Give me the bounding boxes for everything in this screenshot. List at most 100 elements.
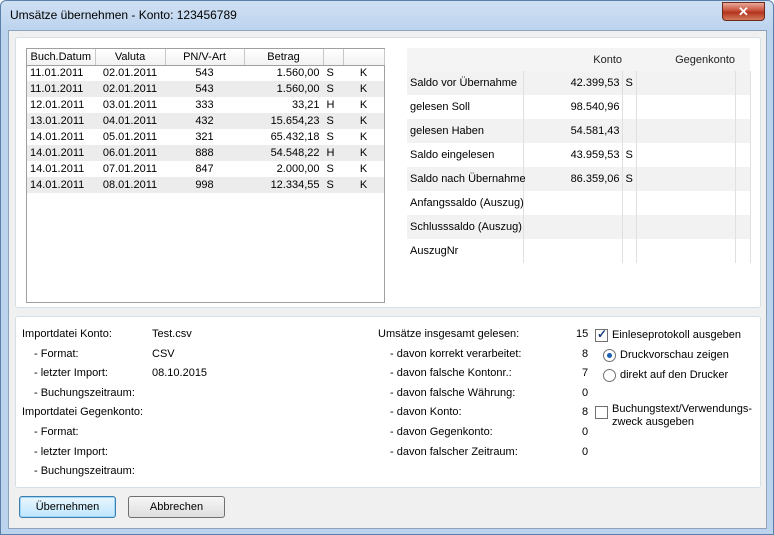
cell-valuta: 03.01.2011 xyxy=(102,99,158,111)
import-format-value: CSV xyxy=(152,348,175,360)
balance-konto-value xyxy=(523,191,623,215)
column-header-k[interactable] xyxy=(343,49,385,66)
cell-pn-v-art: 321 xyxy=(195,131,214,143)
cell-buchdatum: 11.01.2011 xyxy=(30,67,84,80)
balance-label: gelesen Haben xyxy=(407,119,524,143)
balance-label: AuszugNr xyxy=(407,239,524,263)
balance-konto-value xyxy=(523,239,623,263)
cell-sh: S xyxy=(323,177,343,193)
balance-gegenkonto-sh xyxy=(735,119,751,143)
balance-gegenkonto-value xyxy=(636,143,736,167)
stats-row-value: 8 xyxy=(582,348,589,360)
cell-betrag: 12.334,55 xyxy=(244,177,323,193)
preview-label[interactable]: Druckvorschau zeigen xyxy=(620,349,729,361)
balances-header-label xyxy=(407,48,523,71)
cell-sh: S xyxy=(326,67,334,80)
cell-buchdatum: 14.01.2011 xyxy=(30,131,85,143)
printer-label[interactable]: direkt auf den Drucker xyxy=(620,369,728,381)
cell-betrag: 65.432,18 xyxy=(270,131,320,143)
overview-group: Buch.Datum Valuta PN/V-Art Betrag 11.01.… xyxy=(15,37,761,308)
balances-header-konto-sh xyxy=(622,48,636,71)
cell-buchdatum: 14.01.2011 xyxy=(27,145,95,161)
balance-row: Saldo vor Übernahme 42.399,53 S xyxy=(407,71,751,95)
cell-k: K xyxy=(359,131,368,143)
import-gegenkonto-label: Importdatei Gegenkonto: xyxy=(22,406,144,418)
table-row[interactable]: 14.01.2011 07.01.2011 847 2.000,00 S K xyxy=(27,161,384,177)
cell-valuta: 07.01.2011 xyxy=(102,163,158,175)
cancel-button[interactable]: Abbrechen xyxy=(128,496,225,518)
cell-pn-v-art: 543 xyxy=(165,81,244,97)
column-header-buchdatum[interactable]: Buch.Datum xyxy=(27,49,96,66)
balance-gegenkonto-sh xyxy=(735,215,751,239)
table-row[interactable]: 13.01.2011 04.01.2011 432 15.654,23 S K xyxy=(27,113,384,129)
column-header-pn-v-art[interactable]: PN/V-Art xyxy=(165,49,245,66)
balance-row: Schlusssaldo (Auszug) xyxy=(407,215,751,239)
balance-label: Saldo eingelesen xyxy=(407,143,524,167)
balance-label: Saldo vor Übernahme xyxy=(407,71,524,95)
stats-row-label: - davon Gegenkonto: xyxy=(390,426,493,438)
import-last-import-label: - letzter Import: xyxy=(34,367,108,379)
balance-row: AuszugNr xyxy=(407,239,751,263)
cell-valuta: 04.01.2011 xyxy=(95,113,165,129)
import-g-format-label: - Format: xyxy=(34,426,79,438)
protocol-checkbox[interactable] xyxy=(595,327,608,342)
balance-gegenkonto-sh xyxy=(735,191,751,215)
column-header-betrag[interactable]: Betrag xyxy=(244,49,324,66)
balance-konto-sh xyxy=(622,119,637,143)
balance-label: Schlusssaldo (Auszug) xyxy=(407,215,524,239)
balance-gegenkonto-value xyxy=(636,71,736,95)
table-row[interactable]: 11.01.2011 02.01.2011 543 1.560,00 S K xyxy=(27,81,384,97)
import-details-group: Importdatei Konto: Test.csv - Format: CS… xyxy=(15,316,761,488)
close-icon: ✕ xyxy=(738,4,749,19)
balance-konto-value: 98.540,96 xyxy=(523,95,623,119)
balance-konto-sh xyxy=(622,215,637,239)
cell-pn-v-art: 432 xyxy=(165,113,244,129)
balances-grid: Konto Gegenkonto Saldo vor Übernahme 42.3… xyxy=(407,48,751,268)
stats-row-value: 0 xyxy=(582,387,589,399)
balance-gegenkonto-sh xyxy=(735,71,751,95)
close-button[interactable]: ✕ xyxy=(722,2,765,21)
import-last-import-value: 08.10.2015 xyxy=(152,367,208,379)
protocol-label[interactable]: Einleseprotokoll ausgeben xyxy=(612,329,741,341)
balances-header-gegenkonto: Gegenkonto xyxy=(636,48,735,71)
balance-label: Anfangssaldo (Auszug) xyxy=(407,191,524,215)
printer-radio[interactable] xyxy=(603,369,616,382)
balances-header-konto: Konto xyxy=(523,48,622,71)
table-row[interactable]: 11.01.2011 02.01.2011 543 1.560,00 S K xyxy=(27,65,384,81)
cell-betrag: 1.560,00 xyxy=(244,81,323,97)
bookingtext-label-line1[interactable]: Buchungstext/Verwendungs- xyxy=(612,403,752,415)
import-format-label: - Format: xyxy=(34,348,79,360)
stats-row-label: - davon falscher Zeitraum: xyxy=(390,446,518,458)
transactions-table[interactable]: Buch.Datum Valuta PN/V-Art Betrag 11.01.… xyxy=(26,48,385,303)
cell-k: K xyxy=(359,99,368,111)
balance-gegenkonto-sh xyxy=(735,95,751,119)
preview-radio[interactable] xyxy=(603,349,616,362)
table-row[interactable]: 14.01.2011 06.01.2011 888 54.548,22 H K xyxy=(27,145,384,161)
cell-pn-v-art: 847 xyxy=(195,163,214,175)
column-header-sh[interactable] xyxy=(323,49,344,66)
cell-k: K xyxy=(343,81,384,97)
balances-header-row: Konto Gegenkonto xyxy=(407,48,750,71)
table-row[interactable]: 14.01.2011 08.01.2011 998 12.334,55 S K xyxy=(27,177,384,193)
table-row[interactable]: 14.01.2011 05.01.2011 321 65.432,18 S K xyxy=(27,129,384,145)
balance-konto-value: 86.359,06 xyxy=(523,167,623,191)
stats-row-label: - davon korrekt verarbeitet: xyxy=(390,348,522,360)
cell-pn-v-art: 998 xyxy=(165,177,244,193)
dialog-window: Umsätze übernehmen - Konto: 123456789 ✕ … xyxy=(0,0,774,535)
balance-gegenkonto-value xyxy=(636,167,736,191)
cell-valuta: 02.01.2011 xyxy=(102,67,158,80)
balance-gegenkonto-value xyxy=(636,215,736,239)
bookingtext-label-line2[interactable]: zweck ausgeben xyxy=(612,416,694,428)
accept-button[interactable]: Übernehmen xyxy=(19,496,116,518)
balance-row: Saldo nach Übernahme 86.359,06 S xyxy=(407,167,751,191)
import-period-label: - Buchungszeitraum: xyxy=(34,387,135,399)
cell-k: K xyxy=(359,163,368,175)
window-title: Umsätze übernehmen - Konto: 123456789 xyxy=(10,8,237,22)
balance-label: Saldo nach Übernahme xyxy=(407,167,526,191)
balance-label: gelesen Soll xyxy=(407,95,524,119)
column-header-valuta[interactable]: Valuta xyxy=(95,49,166,66)
cell-pn-v-art: 333 xyxy=(195,99,214,111)
import-konto-label: Importdatei Konto: xyxy=(22,328,112,340)
bookingtext-checkbox[interactable] xyxy=(595,406,608,419)
table-row[interactable]: 12.01.2011 03.01.2011 333 33,21 H K xyxy=(27,97,384,113)
